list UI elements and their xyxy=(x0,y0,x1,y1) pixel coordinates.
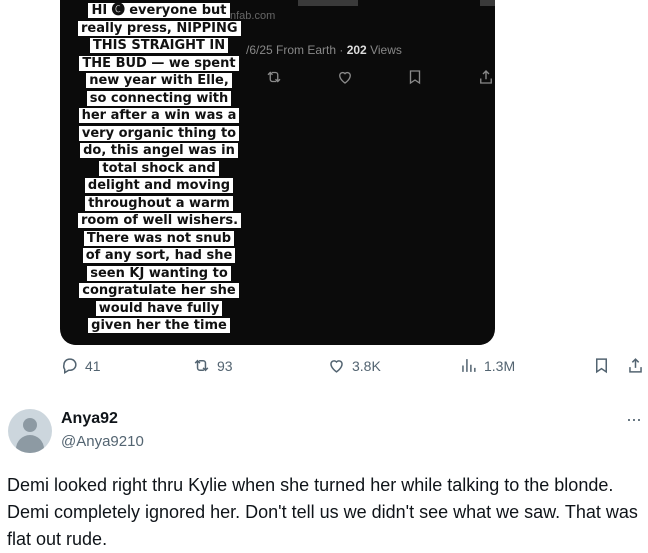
background-image-fragment xyxy=(480,0,495,6)
media-bottom-edge xyxy=(60,335,495,345)
views-icon xyxy=(462,359,476,372)
more-icon[interactable]: ··· xyxy=(626,409,642,430)
background-meta-text: /6/25 From Earth · 202 Views xyxy=(246,43,402,57)
avatar[interactable] xyxy=(8,409,52,453)
repost-count: 93 xyxy=(217,357,233,374)
repost-icon xyxy=(194,359,209,372)
reply-button[interactable]: 41 xyxy=(60,356,101,375)
like-icon xyxy=(338,71,351,84)
share-button[interactable] xyxy=(626,356,645,375)
background-image-fragment xyxy=(298,0,358,6)
repost-icon xyxy=(267,71,281,83)
tweet-action-bar: 41 93 3.8K 1.3M xyxy=(60,356,648,386)
embedded-media[interactable]: nfab.com /6/25 From Earth · 202 Views HI… xyxy=(60,0,495,345)
default-avatar-body xyxy=(16,435,44,453)
reply-text: Demi looked right thru Kylie when she tu… xyxy=(7,475,638,549)
reply-author-name[interactable]: Anya92 xyxy=(61,410,118,428)
repost-button[interactable]: 93 xyxy=(192,356,233,375)
media-caption-text: HI 🅒 everyone but really press, NIPPING … xyxy=(78,2,242,345)
like-count: 3.8K xyxy=(352,357,381,374)
like-button[interactable]: 3.8K xyxy=(327,356,381,375)
views-count: 1.3M xyxy=(484,357,516,374)
bookmark-icon xyxy=(410,70,421,85)
default-avatar-head xyxy=(23,418,37,432)
background-action-icons xyxy=(265,68,495,86)
reply-count: 41 xyxy=(85,357,101,374)
bookmark-icon xyxy=(595,358,608,374)
reply-author-handle[interactable]: @Anya9210 xyxy=(61,433,144,450)
bookmark-button[interactable] xyxy=(592,356,611,375)
reply-icon xyxy=(62,358,77,374)
share-icon xyxy=(480,70,492,84)
share-icon xyxy=(629,358,642,373)
views-button[interactable]: 1.3M xyxy=(459,356,515,375)
like-icon xyxy=(330,360,343,373)
